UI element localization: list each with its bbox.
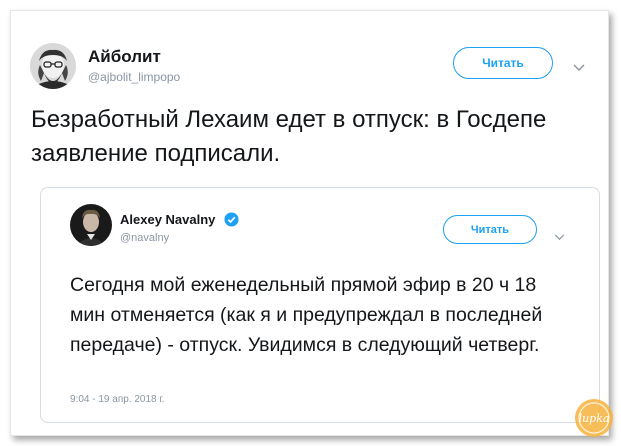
quoted-user-handle[interactable]: @navalny bbox=[120, 232, 169, 244]
follow-button[interactable]: Читать bbox=[453, 47, 553, 79]
quoted-follow-button[interactable]: Читать bbox=[443, 215, 537, 244]
quoted-tweet[interactable]: Alexey Navalny @navalny Читать Сегодня м… bbox=[40, 187, 600, 423]
quoted-timestamp[interactable]: 9:04 - 19 апр. 2018 г. bbox=[70, 394, 165, 405]
verified-badge-icon bbox=[224, 212, 239, 232]
lupa-watermark-logo: lupka bbox=[574, 398, 614, 443]
display-name[interactable]: Айболит bbox=[88, 47, 161, 67]
tweet-text: Безработный Лехаим едет в отпуск: в Госд… bbox=[31, 106, 547, 167]
quoted-chevron-down-icon[interactable] bbox=[554, 228, 565, 246]
chevron-down-icon[interactable] bbox=[573, 59, 585, 77]
tweet-card: Айболит @ajbolit_limpopo Читать Безработ… bbox=[10, 10, 613, 437]
quoted-display-name[interactable]: Alexey Navalny bbox=[120, 212, 215, 227]
quoted-tweet-text: Сегодня мой еженедельный прямой эфир в 2… bbox=[70, 274, 543, 356]
quoted-avatar[interactable] bbox=[70, 204, 112, 246]
quoted-follow-button-label: Читать bbox=[470, 223, 510, 236]
watermark-text: lupka bbox=[579, 412, 610, 425]
avatar[interactable] bbox=[30, 43, 76, 89]
user-handle[interactable]: @ajbolit_limpopo bbox=[88, 70, 180, 84]
follow-button-label: Читать bbox=[482, 56, 524, 70]
